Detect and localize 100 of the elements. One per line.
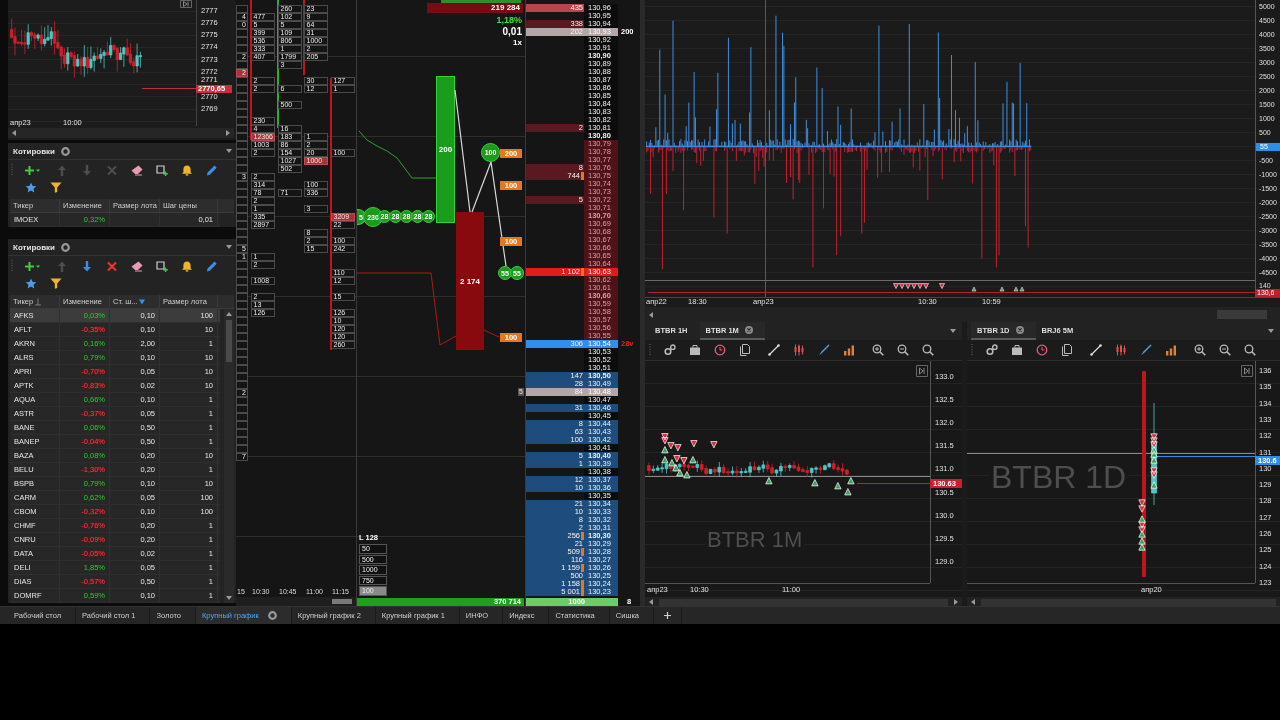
caret-icon[interactable]: [950, 329, 956, 333]
skip-end-icon[interactable]: [916, 365, 928, 377]
toolbar-button[interactable]: [843, 344, 855, 356]
scrollbar[interactable]: [236, 597, 356, 606]
toolbar-button[interactable]: [1194, 344, 1206, 356]
plus-icon: [24, 261, 41, 272]
scrollbar-thumb[interactable]: [226, 320, 232, 362]
scroll-left-icon[interactable]: [12, 130, 16, 136]
toolbar-button[interactable]: [1244, 344, 1256, 356]
copy-icon: [1061, 344, 1073, 356]
arrow-down-icon: [80, 165, 93, 176]
line-tool-icon: [768, 344, 780, 356]
candles-icon: [793, 344, 805, 356]
window-plus-icon: [155, 165, 168, 176]
toolbar-button[interactable]: [664, 344, 676, 356]
zoom-out-icon: [897, 344, 909, 356]
gear-icon[interactable]: [267, 611, 277, 620]
filter-icon: [49, 278, 62, 289]
star-icon: [24, 182, 37, 193]
eraser-icon: [130, 165, 143, 176]
eraser-icon: [130, 261, 143, 272]
scrollbar[interactable]: [645, 307, 1280, 322]
zoom-out-icon: [1219, 344, 1231, 356]
scrollbar[interactable]: [645, 597, 962, 607]
close-icon[interactable]: [1015, 326, 1024, 334]
window-plus-icon: [155, 261, 168, 272]
scrollbar-thumb[interactable]: [1217, 310, 1267, 319]
panel-title: Котировки: [13, 242, 56, 252]
caret-icon[interactable]: [1268, 329, 1274, 333]
pencil-icon: [205, 165, 218, 176]
briefcase-icon: [1011, 344, 1023, 356]
bar-chart-icon: [1165, 344, 1177, 356]
scroll-down-icon[interactable]: [226, 596, 232, 600]
scrollbar-thumb[interactable]: [332, 599, 352, 604]
close-icon[interactable]: [744, 326, 753, 334]
scroll-left-icon[interactable]: [649, 599, 653, 605]
brush-icon: [818, 344, 830, 356]
toolbar-button[interactable]: [818, 344, 830, 356]
cross-icon: [105, 261, 118, 272]
scrollbar-thumb[interactable]: [659, 598, 948, 606]
scroll-up-icon[interactable]: [226, 312, 232, 316]
skip-end-icon[interactable]: [1241, 365, 1253, 377]
gear-icon[interactable]: [61, 242, 71, 252]
gear-icon[interactable]: [61, 146, 71, 156]
pencil-icon: [205, 261, 218, 272]
toolbar-button[interactable]: [1140, 344, 1152, 356]
volume-bar: 200: [436, 76, 455, 223]
candles-icon: [1115, 344, 1127, 356]
price-step-label: 0,01: [502, 26, 522, 37]
filter-icon: [49, 182, 62, 193]
price-line: [142, 88, 196, 89]
scroll-right-icon[interactable]: [954, 599, 958, 605]
toolbar-button[interactable]: [1219, 344, 1231, 356]
scroll-right-icon[interactable]: [226, 130, 230, 136]
scrollbar-thumb[interactable]: [981, 598, 1276, 606]
bell-icon: [180, 165, 193, 176]
cross-icon: [105, 165, 118, 176]
plus-icon: [664, 612, 672, 619]
scrollbar[interactable]: [967, 597, 1280, 607]
clock-icon: [1036, 344, 1048, 356]
arrow-up-icon: [55, 165, 68, 176]
scrollbar[interactable]: [8, 128, 234, 138]
line-tool-icon: [1090, 344, 1102, 356]
caret-icon[interactable]: [226, 245, 232, 249]
gears-icon: [986, 344, 998, 356]
toolbar-button[interactable]: [872, 344, 884, 356]
copy-icon: [739, 344, 751, 356]
scale-label: 1x: [513, 38, 522, 47]
bar-chart-icon: [843, 344, 855, 356]
toolbar-button[interactable]: [897, 344, 909, 356]
bell-icon: [180, 261, 193, 272]
toolbar-button[interactable]: [739, 344, 751, 356]
clock-icon: [714, 344, 726, 356]
caret-icon[interactable]: [226, 149, 232, 153]
volume-bar: 219 284: [427, 3, 523, 13]
scroll-left-icon[interactable]: [971, 599, 975, 605]
gears-icon: [664, 344, 676, 356]
toolbar-button[interactable]: [922, 344, 934, 356]
filter-icon[interactable]: [139, 298, 146, 305]
scrollbar[interactable]: [224, 309, 234, 603]
brush-icon: [1140, 344, 1152, 356]
arrow-up-icon: [55, 261, 68, 272]
plus-icon: [24, 165, 41, 176]
star-icon: [24, 278, 37, 289]
search-icon: [1244, 344, 1256, 356]
volume-bar: 2 174: [456, 212, 484, 350]
scroll-left-icon[interactable]: [649, 311, 653, 318]
toolbar-button[interactable]: [1165, 344, 1177, 356]
toolbar-button[interactable]: [986, 344, 998, 356]
sort-icon[interactable]: [35, 297, 42, 306]
toolbar-button[interactable]: [1011, 344, 1023, 356]
search-icon: [922, 344, 934, 356]
skip-end-icon[interactable]: [180, 0, 192, 8]
arrow-down-icon: [80, 261, 93, 272]
toolbar-button[interactable]: [1061, 344, 1073, 356]
panel-title: Котировки: [13, 146, 56, 156]
toolbar-button[interactable]: [689, 344, 701, 356]
change-label: 1,18%: [496, 15, 522, 25]
zoom-in-icon: [872, 344, 884, 356]
zoom-in-icon: [1194, 344, 1206, 356]
